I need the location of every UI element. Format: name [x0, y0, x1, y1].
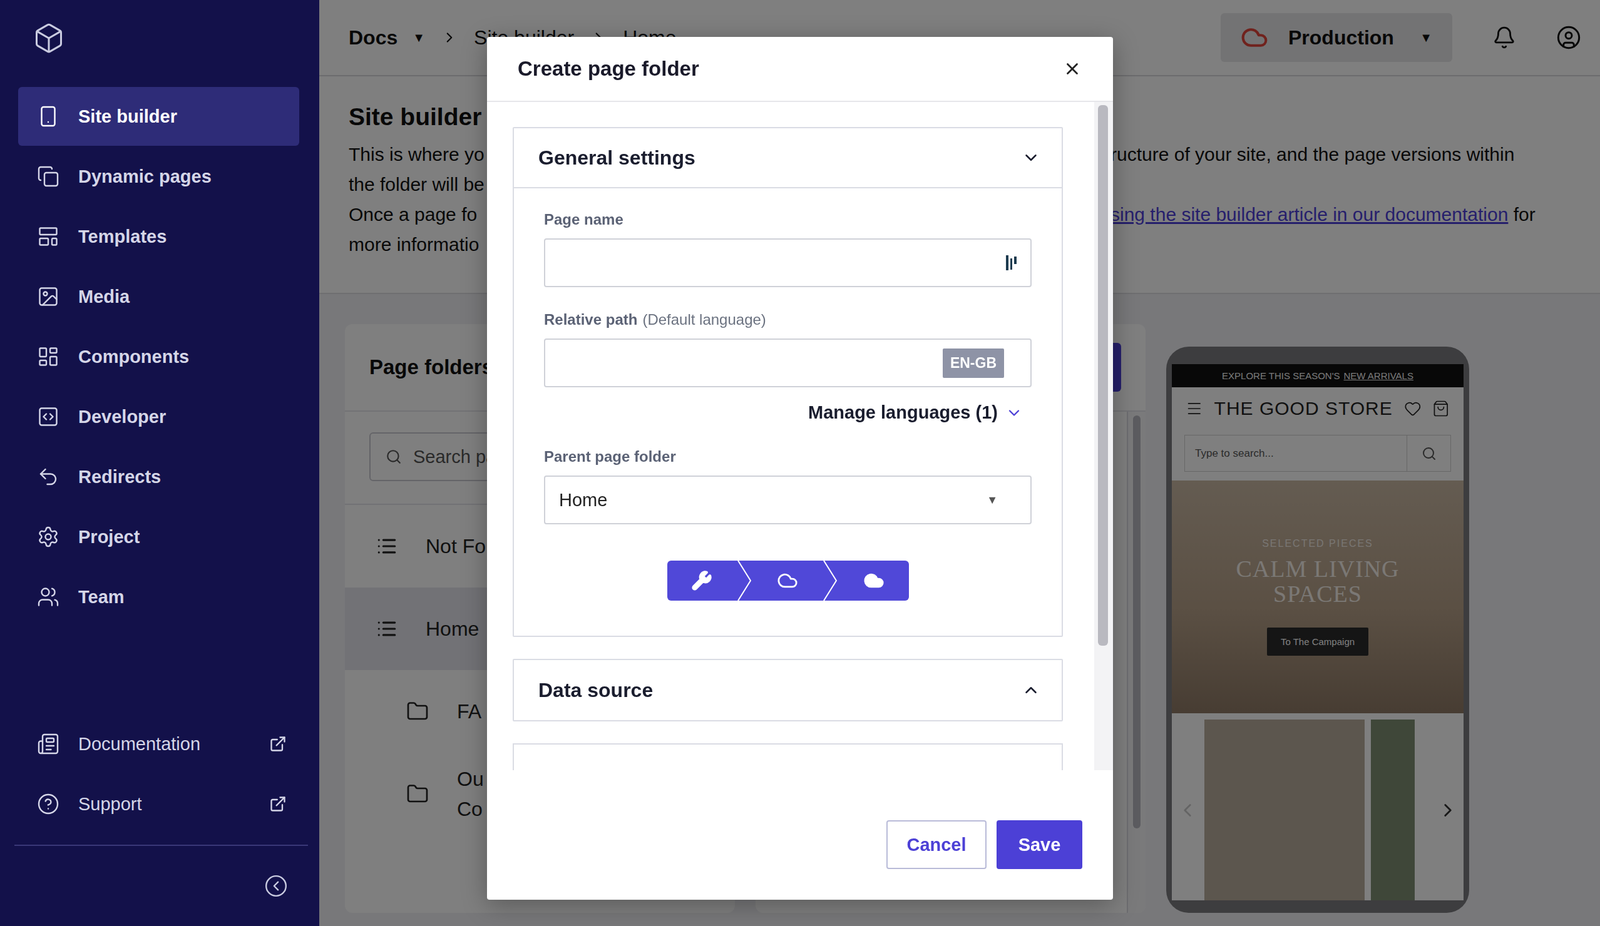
password-manager-icon[interactable]: [1005, 253, 1018, 273]
step-separator-icon: [822, 560, 839, 601]
sidebar-item[interactable]: Developer: [18, 387, 300, 447]
relative-path-input[interactable]: EN-GB: [543, 338, 1032, 388]
sidebar-item[interactable]: Project: [18, 507, 300, 567]
sidebar-link[interactable]: Documentation: [18, 714, 300, 774]
chevron-up-icon[interactable]: [1021, 681, 1041, 700]
sidebar-item[interactable]: Templates: [18, 207, 300, 267]
stepper-step[interactable]: [753, 560, 823, 601]
sidebar-item[interactable]: Dynamic pages: [18, 147, 300, 206]
nav-icon: [36, 105, 60, 128]
step-separator-icon: [736, 560, 754, 601]
nav-icon: [36, 525, 60, 549]
settings-section: General settings Page name Relative path(D…: [512, 127, 1063, 638]
sidebar-links: DocumentationSupport: [0, 704, 320, 834]
field-label: Relative path(Default language): [543, 311, 1032, 329]
create-page-folder-dialog: Create page folder General settings Page n…: [487, 36, 1113, 901]
stepper-step[interactable]: [838, 560, 909, 601]
nav-icon: [36, 465, 60, 489]
stepper-step[interactable]: [667, 560, 737, 601]
save-button[interactable]: Save: [996, 820, 1083, 870]
cube-logo-icon[interactable]: [32, 21, 66, 55]
page-name-input[interactable]: [543, 238, 1032, 288]
settings-section: [512, 743, 1063, 771]
sidebar-link[interactable]: Support: [18, 774, 300, 834]
nav-list: Site builderDynamic pagesTemplatesMediaC…: [0, 76, 320, 627]
collapse-row: [0, 846, 320, 926]
cloud-filled-icon: [863, 570, 885, 592]
settings-section: Data source: [512, 659, 1063, 722]
external-link-icon: [269, 795, 287, 814]
logo[interactable]: [0, 0, 320, 77]
field-label: Page name: [543, 210, 1032, 229]
collapse-icon[interactable]: [264, 874, 288, 899]
nav-icon: [36, 285, 60, 308]
close-icon[interactable]: [1062, 59, 1082, 79]
sidebar-divider: [14, 845, 308, 847]
cancel-button[interactable]: Cancel: [886, 820, 987, 870]
sidebar: Site builderDynamic pagesTemplatesMediaC…: [0, 0, 320, 926]
close-button[interactable]: [1059, 55, 1086, 83]
external-link-icon: [269, 735, 287, 754]
nav-icon: [36, 345, 60, 369]
chevron-down-icon[interactable]: [1005, 404, 1023, 422]
sidebar-item[interactable]: Team: [18, 567, 300, 627]
nav-icon: [36, 585, 60, 609]
environment-stepper: [667, 560, 909, 601]
link-icon: [36, 793, 60, 816]
link-icon: [36, 733, 60, 756]
dialog-title: Create page folder: [517, 56, 700, 81]
nav-icon: [36, 225, 60, 248]
parent-folder-select[interactable]: Home▼: [543, 475, 1032, 525]
field-label: Parent page folder: [543, 448, 1032, 466]
sidebar-item[interactable]: Site builder: [18, 87, 300, 146]
sidebar-item[interactable]: Media: [18, 267, 300, 327]
chevron-down-icon[interactable]: [1021, 148, 1041, 168]
nav-icon: [36, 165, 60, 188]
nav-icon: [36, 405, 60, 429]
dialog-scrollbar[interactable]: [1094, 102, 1113, 771]
scroll-thumb[interactable]: [1097, 105, 1108, 647]
section-header[interactable]: General settings: [513, 128, 1062, 189]
app: Site builderDynamic pagesTemplatesMediaC…: [0, 0, 1600, 926]
sidebar-item[interactable]: Redirects: [18, 447, 300, 507]
language-badge: EN-GB: [942, 348, 1005, 379]
section-header[interactable]: Data source: [513, 660, 1062, 721]
manage-languages[interactable]: Manage languages (1): [543, 402, 1032, 424]
sidebar-item[interactable]: Components: [18, 327, 300, 387]
cloud-outline-icon: [776, 570, 799, 592]
wrench-icon: [691, 570, 713, 592]
